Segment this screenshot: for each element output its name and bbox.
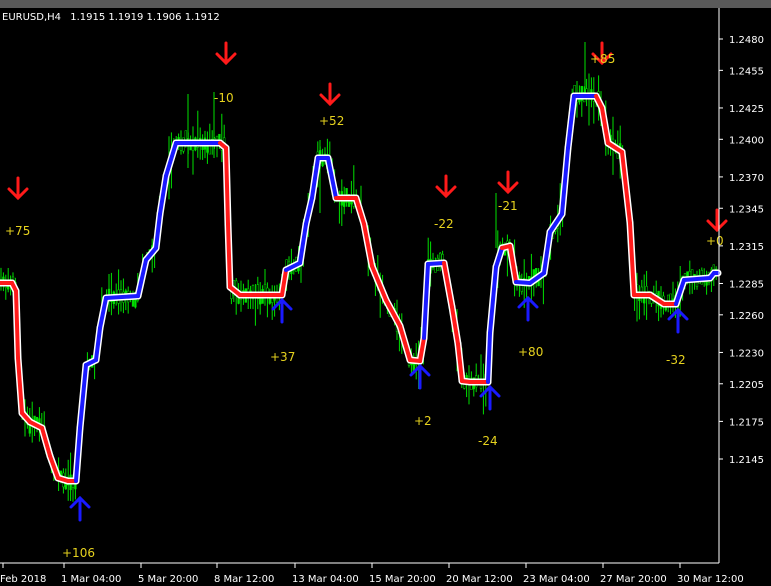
- signal-profit-label: +106: [62, 546, 95, 560]
- downtrend-segment: [226, 222, 232, 289]
- buy-arrow-icon[interactable]: [667, 307, 689, 334]
- price-axis[interactable]: 1.2480 1.2455 1.2425 1.2400 1.2370 1.2345 1.23…: [719, 35, 764, 466]
- price-tick-label: 1.2205: [729, 380, 764, 391]
- signal-profit-label: -10: [214, 91, 234, 105]
- price-tick-label: 1.2455: [729, 66, 764, 77]
- price-tick-label: 1.2285: [729, 279, 764, 290]
- signal-profit-label: +52: [319, 114, 344, 128]
- price-tick-label: 1.2145: [729, 455, 764, 466]
- uptrend-segment: [104, 294, 140, 300]
- time-tick-label: 27 Mar 20:00: [600, 574, 667, 585]
- downtrend-segment: [224, 146, 230, 226]
- sell-arrow-icon[interactable]: [435, 174, 457, 199]
- signal-profit-label: -32: [666, 353, 686, 367]
- sell-arrow-icon[interactable]: [7, 176, 29, 201]
- price-tick-label: 1.2315: [729, 242, 764, 253]
- signal-profit-label: +37: [270, 350, 295, 364]
- time-axis[interactable]: Feb 2018 1 Mar 04:00 5 Mar 20:00 8 Mar 12:0…: [0, 563, 744, 585]
- time-tick-label: Feb 2018: [0, 574, 46, 585]
- signal-profit-label: -24: [478, 434, 498, 448]
- sell-arrow-icon[interactable]: [319, 82, 341, 107]
- price-tick-label: 1.2370: [729, 173, 764, 184]
- uptrend-segment: [682, 276, 712, 282]
- downtrend-segment: [370, 264, 388, 302]
- time-tick-label: 30 Mar 12:00: [677, 574, 744, 585]
- sell-arrow-icon[interactable]: [497, 170, 519, 195]
- uptrend-segment: [426, 261, 446, 266]
- sell-arrow-icon[interactable]: [215, 41, 237, 66]
- buy-arrow-icon[interactable]: [517, 295, 539, 322]
- downtrend-segment: [384, 298, 402, 328]
- sell-arrow-icon[interactable]: [706, 208, 728, 233]
- signal-profit-label: -21: [498, 199, 518, 213]
- price-tick-label: 1.2230: [729, 348, 764, 359]
- ohlc-values: 1.1915 1.1919 1.1906 1.1912: [70, 12, 220, 23]
- time-tick-label: 5 Mar 20:00: [138, 574, 198, 585]
- price-chart[interactable]: +75+106-10+37+52+2-22-24-21+80+85-32+0 1…: [0, 8, 771, 586]
- time-tick-label: 23 Mar 04:00: [523, 574, 590, 585]
- downtrend-segment: [14, 289, 20, 360]
- uptrend-segment: [514, 280, 532, 285]
- candle-body: [479, 384, 483, 389]
- window-top-border: [0, 0, 771, 8]
- price-tick-label: 1.2425: [729, 104, 764, 115]
- price-tick-label: 1.2175: [729, 417, 764, 428]
- time-tick-label: 15 Mar 20:00: [369, 574, 436, 585]
- price-tick-label: 1.2345: [729, 204, 764, 215]
- buy-arrow-icon[interactable]: [271, 297, 293, 324]
- price-tick-label: 1.2480: [729, 35, 764, 46]
- time-tick-label: 13 Mar 04:00: [292, 574, 359, 585]
- buy-arrow-icon[interactable]: [69, 495, 91, 522]
- symbol-label: EURUSD,H4: [2, 12, 61, 23]
- time-tick-label: 20 Mar 12:00: [446, 574, 513, 585]
- time-tick-label: 1 Mar 04:00: [61, 574, 121, 585]
- svg-text:EURUSD,H4 1.1915 1.1919 1.: EURUSD,H4 1.1915 1.1919 1.1906 1.1912: [2, 12, 220, 23]
- candles-layer: [0, 42, 718, 502]
- signal-profit-label: -22: [434, 217, 454, 231]
- signal-profit-label: +80: [518, 345, 543, 359]
- price-tick-label: 1.2260: [729, 311, 764, 322]
- signal-profit-label: +85: [590, 52, 615, 66]
- signal-profit-label: +2: [414, 414, 432, 428]
- price-tick-label: 1.2400: [729, 135, 764, 146]
- time-tick-label: 8 Mar 12:00: [214, 574, 274, 585]
- signal-profit-label: +75: [5, 224, 30, 238]
- uptrend-segment: [486, 331, 492, 384]
